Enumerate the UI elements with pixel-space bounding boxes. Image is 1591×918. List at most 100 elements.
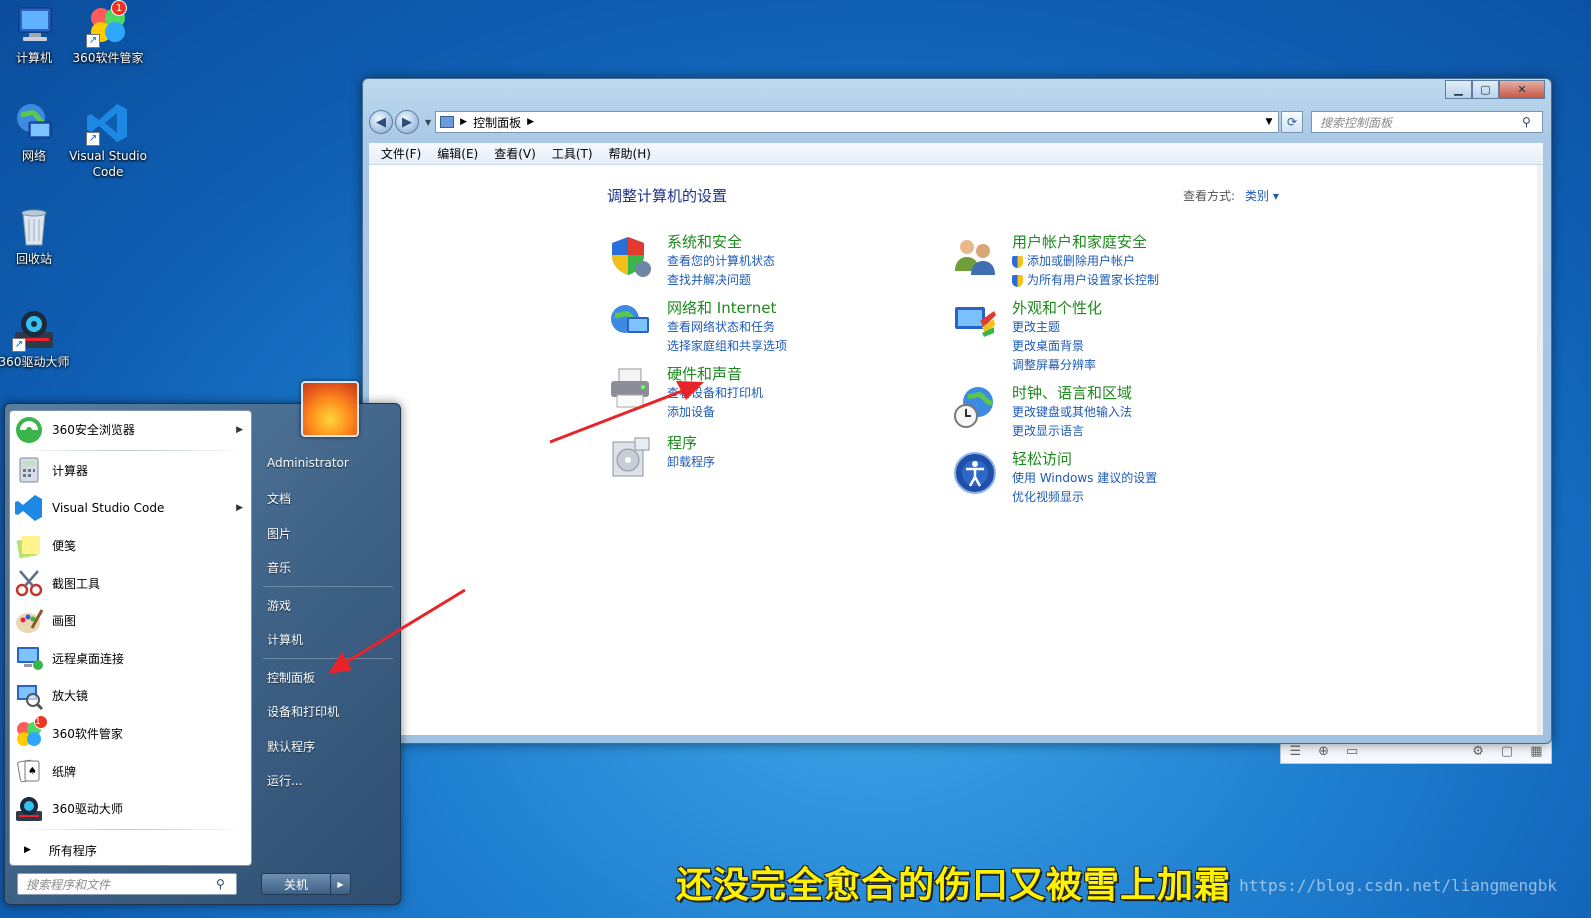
- address-dropdown-icon[interactable]: ▼: [1260, 117, 1278, 127]
- start-right-default-programs[interactable]: 默认程序: [267, 738, 315, 755]
- start-right-music[interactable]: 音乐: [267, 559, 291, 576]
- category-title[interactable]: 网络和 Internet: [667, 299, 787, 318]
- program-360-driver-master[interactable]: 360驱动大师: [10, 790, 251, 828]
- all-programs-button[interactable]: ▶ 所有程序: [14, 837, 249, 863]
- category-programs: 程序 卸载程序: [607, 434, 715, 480]
- desktop-icon-360-software[interactable]: ↗ 1 360软件管家: [68, 0, 148, 66]
- scrollbar[interactable]: [1537, 165, 1543, 735]
- divider: [263, 658, 393, 659]
- desktop-icon-vscode[interactable]: ↗ Visual Studio Code: [68, 100, 148, 180]
- menu-tools[interactable]: 工具(T): [544, 145, 601, 162]
- menu-view[interactable]: 查看(V): [486, 145, 544, 162]
- programs-icon: [607, 434, 653, 480]
- link-troubleshoot[interactable]: 查找并解决问题: [667, 271, 775, 290]
- back-arrow-icon: ◀: [376, 114, 386, 130]
- start-right-games[interactable]: 游戏: [267, 597, 291, 614]
- program-sticky-notes[interactable]: 便笺: [10, 527, 251, 565]
- back-button[interactable]: ◀: [369, 110, 393, 134]
- desktop-icon-computer[interactable]: 计算机: [0, 2, 74, 66]
- user-avatar-flower-icon[interactable]: [301, 381, 359, 437]
- start-right-administrator[interactable]: Administrator: [267, 456, 349, 470]
- svg-text:♠: ♠: [28, 766, 37, 777]
- menu-edit[interactable]: 编辑(E): [429, 145, 486, 162]
- start-right-computer[interactable]: 计算机: [267, 631, 303, 648]
- view-by-dropdown[interactable]: 类别 ▾: [1245, 189, 1279, 203]
- breadcrumb-separator-icon: ▶: [460, 117, 468, 127]
- link-add-remove-accounts[interactable]: 添加或删除用户帐户: [1012, 252, 1159, 271]
- link-network-status[interactable]: 查看网络状态和任务: [667, 318, 787, 337]
- page-title: 调整计算机的设置: [607, 187, 728, 205]
- clock-globe-icon: [952, 384, 998, 430]
- shutdown-options-button[interactable]: ▶: [331, 873, 351, 895]
- video-caption: 还没完全愈合的伤口又被雪上加霜: [676, 865, 1232, 906]
- window-icon: ▢: [1500, 743, 1514, 759]
- address-bar[interactable]: ▶ 控制面板 ▶ ▼: [435, 111, 1279, 133]
- appearance-monitor-icon: [952, 299, 998, 345]
- link-screen-resolution[interactable]: 调整屏幕分辨率: [1012, 356, 1102, 375]
- 360-software-manager-icon: ↗ 1: [85, 0, 131, 48]
- scissors-icon: [14, 568, 44, 598]
- program-360-software-manager[interactable]: 1 360软件管家: [10, 714, 251, 753]
- category-hardware-sound: 硬件和声音 查看设备和打印机 添加设备: [607, 365, 763, 422]
- start-search-input[interactable]: 搜索程序和文件 ⚲: [17, 873, 237, 895]
- start-right-run[interactable]: 运行...: [267, 772, 302, 789]
- forward-button[interactable]: ▶: [395, 110, 419, 134]
- link-add-device[interactable]: 添加设备: [667, 403, 763, 422]
- link-parental-controls[interactable]: 为所有用户设置家长控制: [1012, 271, 1159, 290]
- search-icon: ⚲: [1522, 115, 1531, 129]
- minimize-button[interactable]: ▁: [1445, 80, 1472, 99]
- program-360-browser[interactable]: 360安全浏览器 ▶: [10, 411, 251, 449]
- shutdown-group: 关机 ▶: [261, 873, 351, 895]
- link-change-keyboard[interactable]: 更改键盘或其他输入法: [1012, 403, 1132, 422]
- recent-pages-dropdown[interactable]: ▼: [425, 118, 431, 127]
- menu-file[interactable]: 文件(F): [373, 145, 429, 162]
- link-change-theme[interactable]: 更改主题: [1012, 318, 1102, 337]
- program-paint[interactable]: 画图: [10, 602, 251, 640]
- uac-shield-icon: [1012, 274, 1023, 287]
- desktop-icon-360-driver[interactable]: ↗ 360驱动大师: [0, 306, 74, 370]
- category-title[interactable]: 轻松访问: [1012, 450, 1157, 469]
- start-right-control-panel[interactable]: 控制面板: [267, 669, 315, 686]
- close-icon: ✕: [1517, 83, 1527, 96]
- link-check-computer-status[interactable]: 查看您的计算机状态: [667, 252, 775, 271]
- category-title[interactable]: 系统和安全: [667, 233, 775, 252]
- link-homegroup-sharing[interactable]: 选择家庭组和共享选项: [667, 337, 787, 356]
- category-title[interactable]: 外观和个性化: [1012, 299, 1102, 318]
- program-calculator[interactable]: 计算器: [10, 452, 251, 490]
- desktop-icon-network[interactable]: 网络: [0, 100, 74, 164]
- search-control-panel-input[interactable]: 搜索控制面板 ⚲: [1311, 111, 1543, 133]
- refresh-button[interactable]: ⟳: [1281, 111, 1303, 133]
- category-clock-language-region: 时钟、语言和区域 更改键盘或其他输入法 更改显示语言: [952, 384, 1132, 441]
- program-vscode[interactable]: Visual Studio Code ▶: [10, 489, 251, 527]
- start-right-documents[interactable]: 文档: [267, 490, 291, 507]
- link-change-background[interactable]: 更改桌面背景: [1012, 337, 1102, 356]
- link-recommended-settings[interactable]: 使用 Windows 建议的设置: [1012, 469, 1157, 488]
- start-right-devices-printers[interactable]: 设备和打印机: [267, 703, 339, 720]
- close-button[interactable]: ✕: [1499, 80, 1545, 99]
- menu-help[interactable]: 帮助(H): [601, 145, 659, 162]
- program-magnifier[interactable]: 放大镜: [10, 677, 251, 715]
- notification-badge: 1: [34, 714, 48, 729]
- desktop-icon-recycle-bin[interactable]: 回收站: [0, 203, 74, 267]
- category-title[interactable]: 时钟、语言和区域: [1012, 384, 1132, 403]
- watermark-url: https://blog.csdn.net/liangmengbk: [1239, 876, 1557, 895]
- start-right-pictures[interactable]: 图片: [267, 525, 291, 542]
- category-title[interactable]: 用户帐户和家庭安全: [1012, 233, 1159, 252]
- menu-bar: 文件(F) 编辑(E) 查看(V) 工具(T) 帮助(H): [369, 143, 1543, 165]
- breadcrumb-separator-icon: ▶: [527, 117, 535, 127]
- category-title[interactable]: 硬件和声音: [667, 365, 763, 384]
- breadcrumb-control-panel[interactable]: 控制面板: [473, 114, 521, 131]
- shortcut-arrow-icon: ↗: [86, 132, 100, 146]
- category-title[interactable]: 程序: [667, 434, 715, 453]
- control-panel-window: ▁ ▢ ✕ ◀ ▶ ▼ ▶ 控制面板 ▶ ▼ ⟳ 搜索控制面板 ⚲ 文件(F) …: [362, 78, 1552, 744]
- link-uninstall-program[interactable]: 卸载程序: [667, 453, 715, 472]
- link-devices-printers[interactable]: 查看设备和打印机: [667, 384, 763, 403]
- program-snipping-tool[interactable]: 截图工具: [10, 564, 251, 602]
- maximize-button[interactable]: ▢: [1472, 80, 1499, 99]
- link-optimize-visual-display[interactable]: 优化视频显示: [1012, 488, 1157, 507]
- shutdown-button[interactable]: 关机: [261, 873, 331, 895]
- program-remote-desktop[interactable]: 远程桌面连接: [10, 640, 251, 678]
- link-change-display-language[interactable]: 更改显示语言: [1012, 422, 1132, 441]
- submenu-arrow-icon: ▶: [236, 424, 243, 435]
- program-solitaire[interactable]: ♠ 纸牌: [10, 752, 251, 790]
